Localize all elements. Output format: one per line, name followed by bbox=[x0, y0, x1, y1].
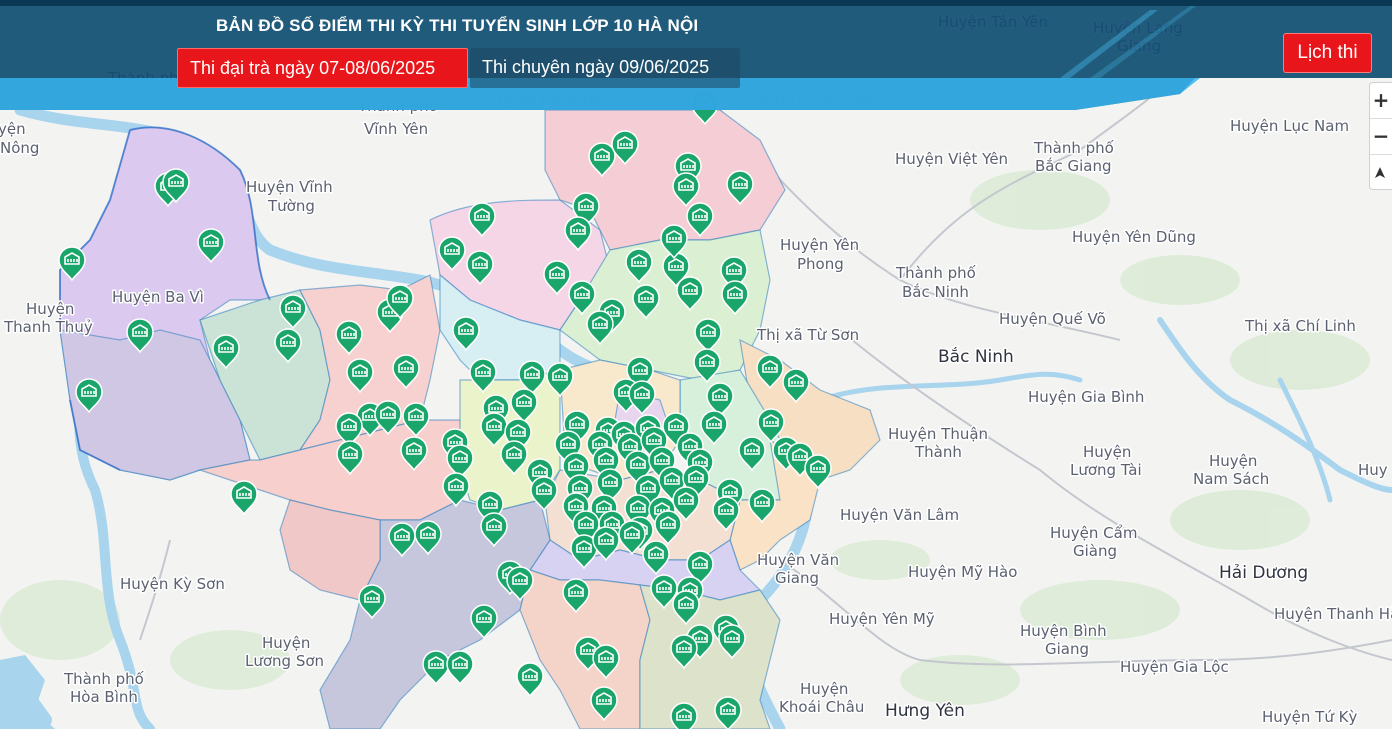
place-label: Huyện Kỳ Sơn bbox=[120, 575, 225, 593]
zoom-out-button[interactable]: − bbox=[1370, 119, 1392, 155]
place-label: Huyện Gia Lộc bbox=[1120, 658, 1229, 676]
map-zoom-control: + − ➤ bbox=[1369, 82, 1392, 190]
place-label: Phong bbox=[797, 255, 844, 273]
place-label: Thanh Thuỷ bbox=[3, 318, 93, 336]
place-label: Thị xã Từ Sơn bbox=[756, 326, 859, 344]
place-label: Hưng Yên bbox=[885, 701, 965, 721]
place-label: Lương Sơn bbox=[245, 652, 324, 670]
place-label: Khoái Châu bbox=[779, 698, 864, 716]
place-label: Huyện Thanh Hà bbox=[1274, 605, 1392, 623]
place-label: Huyện Văn bbox=[757, 551, 839, 569]
place-label: Thị xã Chí Linh bbox=[1244, 317, 1356, 335]
place-label: Tường bbox=[267, 197, 315, 215]
place-label: Bắc Ninh bbox=[902, 283, 969, 301]
place-label: Thành phố bbox=[895, 264, 977, 282]
exam-schedule-button[interactable]: Lịch thi bbox=[1283, 33, 1372, 73]
place-label: Huyện Ba Vì bbox=[112, 288, 204, 306]
zoom-in-button[interactable]: + bbox=[1370, 83, 1392, 119]
place-label: Huyện Việt Yên bbox=[895, 150, 1008, 168]
place-label: Huyện bbox=[262, 634, 310, 652]
place-label: Thành bbox=[914, 443, 962, 461]
place-label: Thành phố bbox=[63, 670, 145, 688]
place-label: Nam Sách bbox=[1193, 470, 1269, 488]
place-label: Bắc Ninh bbox=[938, 346, 1014, 367]
place-label: Huyện Bình bbox=[1020, 622, 1107, 640]
place-label: Giang bbox=[1117, 37, 1161, 55]
place-label: Lương Tài bbox=[1070, 461, 1142, 479]
place-label: Huyện Tân Yên bbox=[938, 13, 1048, 31]
place-label: Huyện Thuận bbox=[888, 425, 988, 443]
place-label: Thị xã Phúc Yên bbox=[488, 90, 606, 108]
place-label: Huyện Mỹ Hào bbox=[908, 563, 1017, 581]
school-marker-icon[interactable] bbox=[670, 702, 698, 729]
place-label: Huyện bbox=[1209, 452, 1257, 470]
place-label: Huyện Hiệp Hòa bbox=[752, 88, 874, 106]
tab-specialized-exam[interactable]: Thi chuyên ngày 09/06/2025 bbox=[470, 48, 740, 88]
place-label: Huyện Văn Lâm bbox=[840, 506, 959, 524]
place-label: yện bbox=[0, 120, 26, 138]
place-label: Huyện Cẩm bbox=[1050, 524, 1137, 542]
place-label: Giang bbox=[1045, 640, 1089, 658]
place-label: Giang bbox=[775, 569, 819, 587]
page-title: BẢN ĐỒ SỐ ĐIỂM THI KỲ THI TUYỂN SINH LỚP… bbox=[216, 16, 699, 35]
place-label: Huyện Yên bbox=[780, 236, 859, 254]
place-label: Hải Dương bbox=[1219, 563, 1308, 583]
place-label: Huyện Yên Dũng bbox=[1072, 228, 1196, 246]
north-arrow-icon[interactable]: ➤ bbox=[1363, 162, 1392, 184]
map-canvas[interactable]: Huyện Tân Yên Huyện Lạng Giang Thành phố… bbox=[0, 0, 1392, 729]
tab-mass-exam[interactable]: Thi đại trà ngày 07-08/06/2025 bbox=[177, 48, 468, 88]
place-label: Huyện Quế Võ bbox=[999, 310, 1106, 328]
place-label: Huyện Gia Bình bbox=[1028, 388, 1144, 406]
place-label: Huyện bbox=[1083, 443, 1131, 461]
place-label: Huyện Yên Mỹ bbox=[829, 610, 935, 628]
place-label: Giàng bbox=[1073, 542, 1117, 560]
place-label: Việt Trì bbox=[120, 87, 171, 105]
place-label: Thành phố bbox=[357, 97, 439, 115]
place-label: Huyện Vĩnh bbox=[246, 178, 333, 196]
place-label: Huyện Tứ Kỳ bbox=[1262, 708, 1357, 726]
place-label: Huy bbox=[1358, 461, 1388, 479]
place-label: Nông bbox=[0, 139, 39, 157]
place-label: Huyện bbox=[26, 300, 74, 318]
place-label: Huyện Lạng bbox=[1093, 19, 1183, 37]
place-label: Vĩnh Yên bbox=[364, 120, 428, 138]
place-label: Hòa Bình bbox=[70, 688, 138, 706]
place-label: Thành phố bbox=[1033, 139, 1115, 157]
place-label: Bắc Giang bbox=[1035, 157, 1112, 175]
place-label: Huyện bbox=[800, 680, 848, 698]
place-label: Huyện Lục Nam bbox=[1230, 117, 1349, 135]
